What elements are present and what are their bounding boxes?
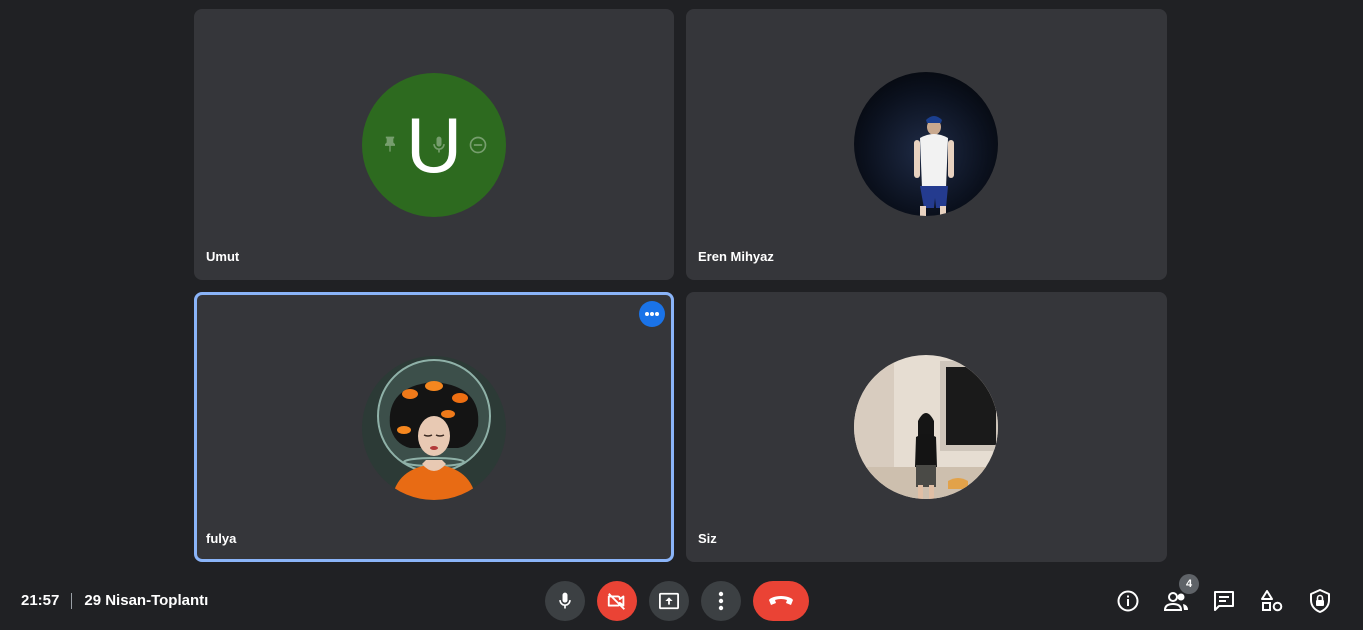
present-screen-button[interactable] bbox=[649, 581, 689, 621]
participant-name: Eren Mihyaz bbox=[698, 249, 774, 264]
chat-button[interactable] bbox=[1211, 588, 1237, 614]
avatar-initial: U bbox=[405, 101, 463, 189]
host-controls-button[interactable] bbox=[1307, 588, 1333, 614]
leave-call-button[interactable] bbox=[753, 581, 809, 621]
side-panel-buttons: 4 bbox=[1093, 574, 1333, 614]
mic-icon bbox=[559, 592, 571, 609]
meeting-title: 29 Nisan-Toplantı bbox=[84, 592, 209, 609]
more-options-button[interactable] bbox=[639, 301, 665, 327]
participant-count-badge: 4 bbox=[1179, 574, 1199, 594]
camera-toggle-button[interactable] bbox=[597, 581, 637, 621]
info-icon bbox=[1117, 590, 1139, 612]
meeting-info: 21:57 29 Nisan-Toplantı bbox=[21, 592, 208, 609]
participant-name: Siz bbox=[698, 531, 717, 546]
camera-off-icon bbox=[607, 593, 625, 610]
avatar bbox=[854, 355, 998, 499]
participant-name: fulya bbox=[206, 531, 237, 546]
divider bbox=[71, 592, 73, 609]
remove-icon[interactable] bbox=[468, 135, 488, 155]
meeting-details-button[interactable] bbox=[1115, 588, 1141, 614]
profile-photo-image bbox=[362, 356, 506, 500]
avatar bbox=[854, 72, 998, 216]
activities-button[interactable] bbox=[1259, 588, 1285, 614]
participant-tile-umut[interactable]: U Umut bbox=[194, 9, 674, 280]
participant-name: Umut bbox=[206, 249, 240, 264]
more-horiz-icon bbox=[645, 312, 659, 316]
avatar bbox=[362, 356, 506, 500]
activities-icon bbox=[1261, 590, 1283, 612]
pin-icon[interactable] bbox=[380, 135, 400, 155]
more-vert-icon bbox=[718, 591, 724, 611]
present-screen-icon bbox=[659, 592, 679, 610]
profile-photo-image bbox=[854, 355, 998, 499]
call-end-icon bbox=[769, 596, 793, 605]
people-button[interactable]: 4 bbox=[1163, 574, 1199, 614]
participant-tile-fulya[interactable]: fulya bbox=[194, 292, 674, 562]
avatar: U bbox=[362, 73, 506, 217]
participant-tile-siz[interactable]: Siz bbox=[686, 292, 1167, 562]
mic-button[interactable] bbox=[545, 581, 585, 621]
more-options-button[interactable] bbox=[701, 581, 741, 621]
profile-photo-image bbox=[854, 72, 998, 216]
participant-tile-eren-mihyaz[interactable]: Eren Mihyaz bbox=[686, 9, 1167, 280]
host-controls-icon bbox=[1310, 589, 1330, 613]
call-controls bbox=[545, 581, 809, 621]
chat-icon bbox=[1214, 591, 1234, 611]
meet-window: U Umut Eren Mihyaz fulya Siz 21:57 29 Ni… bbox=[0, 0, 1363, 630]
clock: 21:57 bbox=[21, 592, 60, 609]
